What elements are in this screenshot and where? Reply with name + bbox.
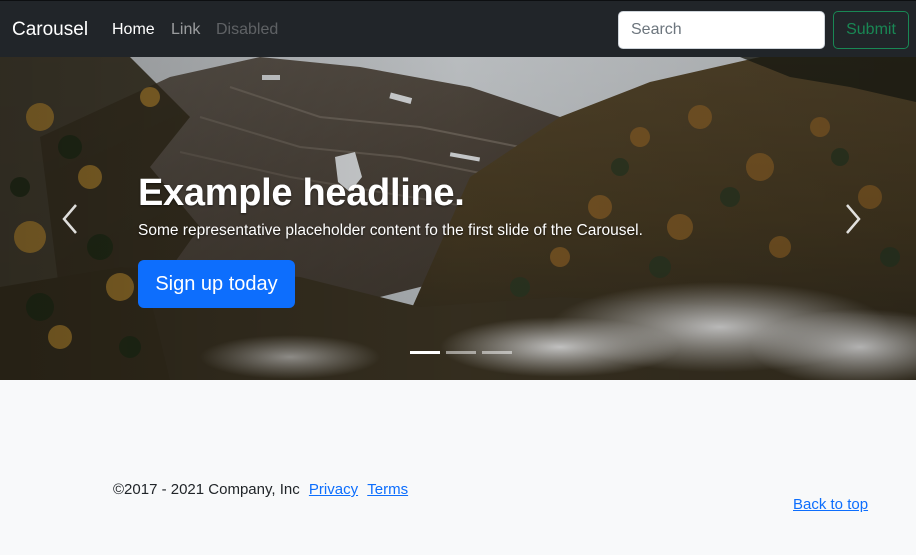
carousel-text: Some representative placeholder content …	[138, 222, 643, 239]
carousel-indicator-2[interactable]	[446, 351, 476, 354]
carousel-headline: Example headline.	[138, 172, 465, 214]
sign-up-button[interactable]: Sign up today	[138, 260, 295, 308]
carousel-next-button[interactable]	[837, 202, 867, 236]
carousel-indicator-3[interactable]	[482, 351, 512, 354]
carousel-caption: Example headline. Some representative pl…	[138, 171, 643, 308]
navbar: Carousel Home Link Disabled Submit	[0, 0, 916, 57]
carousel-prev-button[interactable]	[56, 202, 86, 236]
chevron-left-icon	[62, 204, 77, 234]
chevron-right-icon	[846, 204, 861, 234]
privacy-link[interactable]: Privacy	[309, 481, 358, 498]
nav-link-link[interactable]: Link	[171, 20, 200, 40]
search-input[interactable]	[618, 11, 825, 49]
back-to-top-link[interactable]: Back to top	[793, 495, 868, 515]
navbar-brand[interactable]: Carousel	[12, 18, 88, 42]
carousel: Example headline. Some representative pl…	[0, 57, 916, 380]
copyright-text: ©2017 - 2021 Company, Inc	[113, 481, 300, 498]
carousel-indicator-1[interactable]	[410, 351, 440, 354]
footer-text: ©2017 - 2021 Company, Inc Privacy Terms	[113, 480, 408, 500]
submit-button[interactable]: Submit	[833, 11, 909, 49]
nav-link-disabled: Disabled	[216, 21, 279, 38]
terms-link[interactable]: Terms	[367, 481, 408, 498]
nav-link-home[interactable]: Home	[112, 20, 155, 40]
